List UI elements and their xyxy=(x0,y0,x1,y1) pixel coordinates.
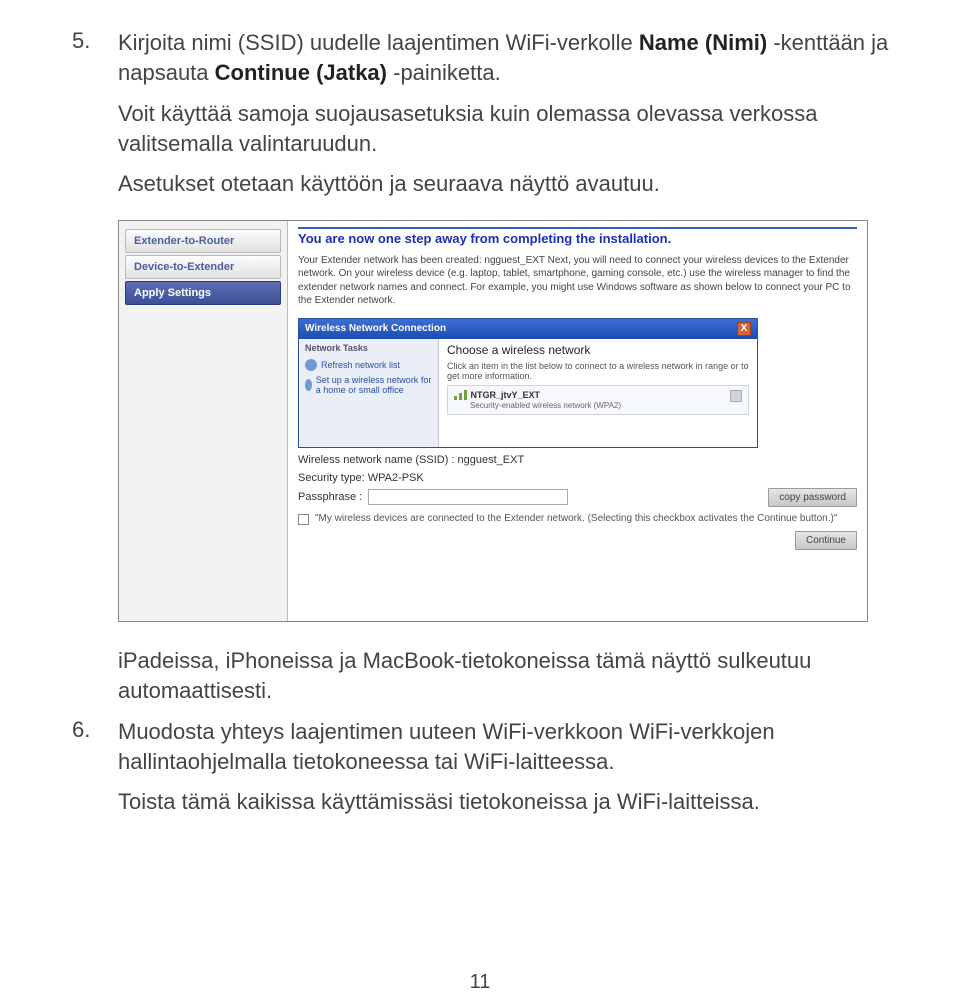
security-type-label: Security type: WPA2-PSK xyxy=(298,472,857,484)
step5-bold-name: Name (Nimi) xyxy=(639,30,767,55)
xp-setup-link[interactable]: Set up a wireless network for a home or … xyxy=(305,375,432,395)
signal-icon xyxy=(454,390,468,400)
wizard-nav: Extender-to-Router Device-to-Extender Ap… xyxy=(119,221,287,621)
continue-button[interactable]: Continue xyxy=(795,531,857,550)
step-5-para3: Asetukset otetaan käyttöön ja seuraava n… xyxy=(118,169,904,199)
step5-text-before: Kirjoita nimi (SSID) uudelle laajentimen… xyxy=(118,30,639,55)
passphrase-row: Passphrase : copy password xyxy=(298,488,857,507)
copy-password-button[interactable]: copy password xyxy=(768,488,857,507)
step-6-para2: Toista tämä kaikissa käyttämissäsi tieto… xyxy=(118,787,904,817)
xp-wireless-dialog: Wireless Network Connection X Network Ta… xyxy=(298,318,758,448)
step-6-number: 6. xyxy=(72,717,100,828)
page-number: 11 xyxy=(470,971,491,994)
xp-refresh-link[interactable]: Refresh network list xyxy=(305,359,432,371)
xp-network-ssid: NTGR_jtvY_EXT xyxy=(471,390,541,400)
step-5: 5. Kirjoita nimi (SSID) uudelle laajenti… xyxy=(72,28,904,210)
step-5-para2: Voit käyttää samoja suojausasetuksia kui… xyxy=(118,99,904,160)
passphrase-input[interactable] xyxy=(368,489,568,505)
xp-titlebar: Wireless Network Connection X xyxy=(299,319,757,339)
setup-icon xyxy=(305,379,312,391)
post-screenshot-para: iPadeissa, iPhoneissa ja MacBook-tietoko… xyxy=(118,646,904,707)
step-6-body: Muodosta yhteys laajentimen uuteen WiFi-… xyxy=(118,717,904,828)
xp-refresh-text: Refresh network list xyxy=(321,360,400,370)
xp-title-text: Wireless Network Connection xyxy=(305,323,446,334)
xp-right-panel: Choose a wireless network Click an item … xyxy=(439,339,757,447)
confirm-checkbox-label: "My wireless devices are connected to th… xyxy=(315,513,837,524)
ssid-label: Wireless network name (SSID) : ngguest_E… xyxy=(298,454,857,466)
step-5-number: 5. xyxy=(72,28,100,210)
step-6-para1: Muodosta yhteys laajentimen uuteen WiFi-… xyxy=(118,717,904,778)
wizard-screenshot: Extender-to-Router Device-to-Extender Ap… xyxy=(118,220,868,622)
step5-bold-continue: Continue (Jatka) xyxy=(215,60,387,85)
nav-device-to-extender[interactable]: Device-to-Extender xyxy=(125,255,281,279)
xp-network-security: Security-enabled wireless network (WPA2) xyxy=(470,401,621,410)
step-5-body: Kirjoita nimi (SSID) uudelle laajentimen… xyxy=(118,28,904,210)
wizard-description: Your Extender network has been created: … xyxy=(298,254,857,316)
xp-setup-text: Set up a wireless network for a home or … xyxy=(316,375,432,395)
wizard-headline: You are now one step away from completin… xyxy=(298,227,857,254)
xp-left-panel: Network Tasks Refresh network list Set u… xyxy=(299,339,439,447)
step5-text-after: -painiketta. xyxy=(387,60,501,85)
xp-body: Network Tasks Refresh network list Set u… xyxy=(299,339,757,447)
passphrase-label: Passphrase : xyxy=(298,491,362,503)
xp-network-tasks-header: Network Tasks xyxy=(305,343,432,353)
xp-network-item[interactable]: NTGR_jtvY_EXT Security-enabled wireless … xyxy=(447,385,749,416)
nav-apply-settings[interactable]: Apply Settings xyxy=(125,281,281,305)
wizard-main: You are now one step away from completin… xyxy=(287,221,867,621)
step-6: 6. Muodosta yhteys laajentimen uuteen Wi… xyxy=(72,717,904,828)
xp-choose-header: Choose a wireless network xyxy=(447,343,749,357)
step-5-para1: Kirjoita nimi (SSID) uudelle laajentimen… xyxy=(118,28,904,89)
confirm-checkbox[interactable] xyxy=(298,514,309,525)
confirm-checkbox-row: "My wireless devices are connected to th… xyxy=(298,513,857,525)
continue-row: Continue xyxy=(298,531,857,550)
nav-extender-to-router[interactable]: Extender-to-Router xyxy=(125,229,281,253)
xp-instructions: Click an item in the list below to conne… xyxy=(447,361,749,381)
refresh-icon xyxy=(305,359,317,371)
close-icon[interactable]: X xyxy=(737,322,751,336)
scrollbar-icon[interactable] xyxy=(730,390,742,402)
